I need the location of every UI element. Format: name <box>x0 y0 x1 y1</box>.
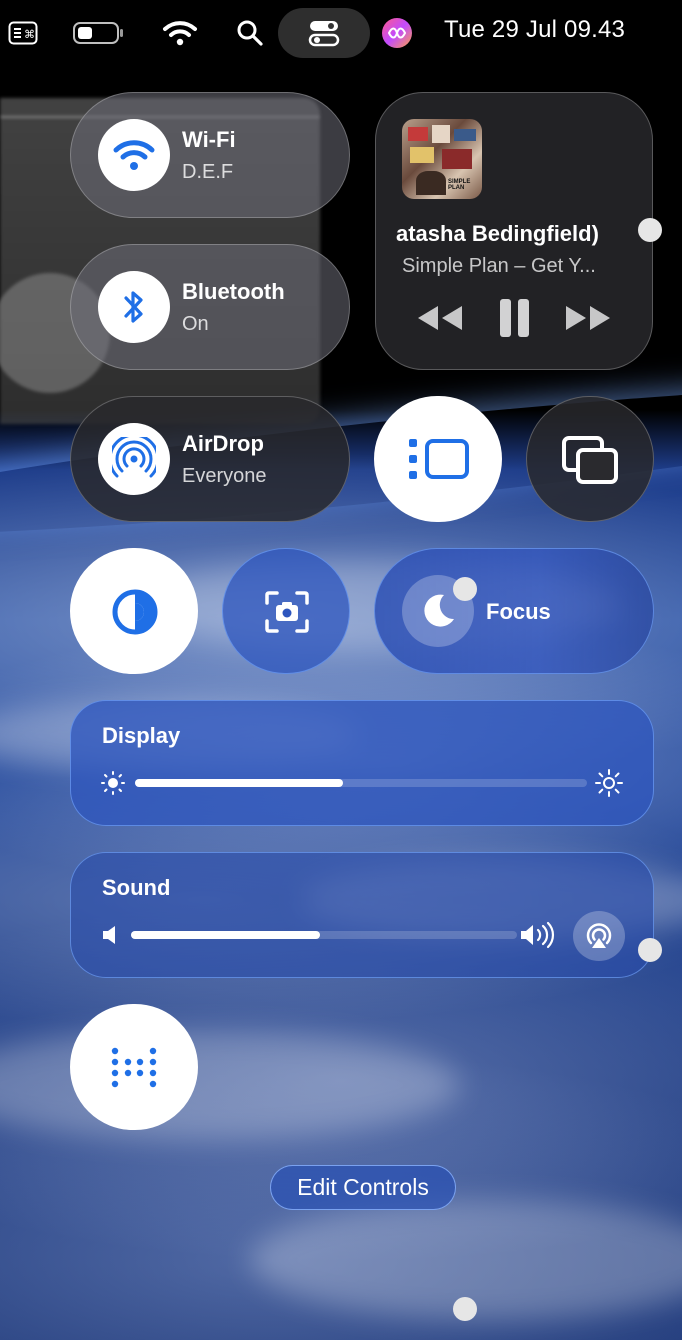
hearing-tile[interactable] <box>70 1004 198 1130</box>
volume-low-icon <box>101 923 121 952</box>
wifi-icon[interactable] <box>162 0 198 66</box>
brightness-high-icon <box>595 769 623 802</box>
svg-text:⌘: ⌘ <box>24 28 35 41</box>
wifi-toggle-icon[interactable] <box>98 119 170 191</box>
status-dot <box>638 218 662 242</box>
pause-icon[interactable] <box>498 297 532 339</box>
screenshot-icon <box>265 591 309 638</box>
next-track-icon[interactable] <box>564 303 614 333</box>
menu-bar: ⌘ Tue 29 Jul 09.43 <box>0 0 682 66</box>
dot-grid-icon <box>111 1047 157 1094</box>
bluetooth-tile[interactable]: Bluetooth On <box>70 244 350 370</box>
display-label: Display <box>102 723 181 748</box>
siri-icon[interactable] <box>380 0 414 66</box>
wifi-tile[interactable]: Wi-Fi D.E.F <box>70 92 350 218</box>
screen-mirroring-tile[interactable] <box>526 396 654 522</box>
status-dot <box>638 938 662 962</box>
bluetooth-status: On <box>182 313 209 335</box>
sound-label: Sound <box>102 875 171 900</box>
dark-mode-icon <box>111 588 159 641</box>
brightness-low-icon <box>101 771 125 800</box>
dark-mode-tile[interactable] <box>70 548 198 674</box>
brightness-slider[interactable] <box>135 779 587 787</box>
wifi-title: Wi-Fi <box>182 127 236 152</box>
wifi-network-name: D.E.F <box>182 161 234 183</box>
screenshot-tile[interactable] <box>222 548 350 674</box>
focus-label: Focus <box>486 599 551 624</box>
menubar-clock[interactable]: Tue 29 Jul 09.43 <box>444 16 625 44</box>
edit-controls-button[interactable]: Edit Controls <box>270 1165 456 1210</box>
focus-tile[interactable]: Focus <box>374 548 654 674</box>
bluetooth-toggle-icon[interactable] <box>98 271 170 343</box>
stage-manager-tile[interactable] <box>374 396 502 522</box>
volume-slider[interactable] <box>131 931 517 939</box>
volume-slider-fill <box>131 931 321 939</box>
status-dot <box>453 577 477 601</box>
now-playing-artist: Simple Plan – Get Y... <box>402 255 596 277</box>
brightness-slider-fill <box>135 779 343 787</box>
airdrop-title: AirDrop <box>182 431 264 456</box>
previous-track-icon[interactable] <box>416 303 466 333</box>
airdrop-toggle-icon[interactable] <box>98 423 170 495</box>
sound-module: Sound <box>70 852 654 978</box>
keyboard-shortcut-icon[interactable]: ⌘ <box>6 0 40 66</box>
airdrop-visibility: Everyone <box>182 465 267 487</box>
screen-mirroring-icon <box>561 435 621 490</box>
volume-high-icon <box>519 921 557 954</box>
now-playing-tile[interactable]: SIMPLE PLAN atasha Bedingfield) Simple P… <box>375 92 653 370</box>
album-art-text: SIMPLE PLAN <box>448 179 471 191</box>
search-icon[interactable] <box>234 0 266 66</box>
control-center-icon <box>306 0 342 66</box>
album-art: SIMPLE PLAN <box>402 119 482 199</box>
display-module: Display <box>70 700 654 826</box>
now-playing-title: atasha Bedingfield) <box>396 221 599 246</box>
status-dot <box>453 1297 477 1321</box>
airdrop-tile[interactable]: AirDrop Everyone <box>70 396 350 522</box>
stage-manager-icon <box>407 437 471 486</box>
bluetooth-title: Bluetooth <box>182 279 285 304</box>
battery-icon[interactable] <box>72 0 126 66</box>
airplay-audio-icon[interactable] <box>573 911 625 961</box>
